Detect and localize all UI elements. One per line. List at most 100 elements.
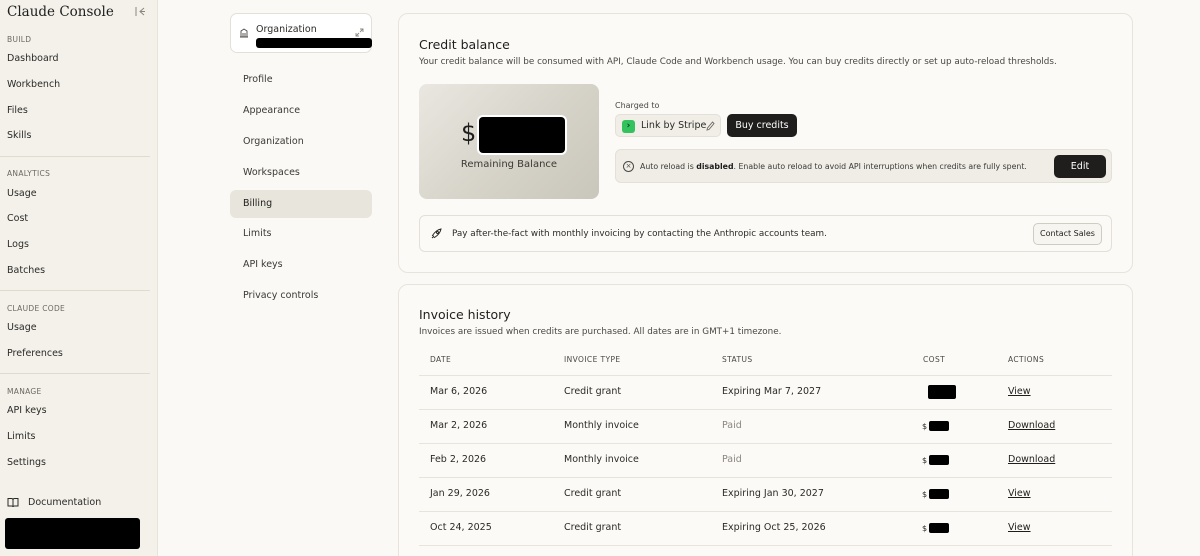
payment-method-label: Link by Stripe xyxy=(641,120,707,131)
settings-nav-organization[interactable]: Organization xyxy=(230,128,372,156)
sidebar-item-usage[interactable]: Usage xyxy=(7,188,37,199)
sidebar-item-code-usage[interactable]: Usage xyxy=(7,322,37,333)
credit-balance-card: Credit balance Your credit balance will … xyxy=(398,13,1133,273)
invoice-type: Credit grant xyxy=(564,488,622,499)
contact-sales-button[interactable]: Contact Sales xyxy=(1033,223,1102,245)
column-header-cost[interactable]: COST xyxy=(923,355,945,364)
sidebar-divider xyxy=(0,373,150,374)
section-manage: MANAGE xyxy=(7,387,42,396)
settings-nav-billing[interactable]: Billing xyxy=(230,190,372,218)
pencil-icon[interactable] xyxy=(706,121,715,131)
sidebar-item-dashboard[interactable]: Dashboard xyxy=(7,53,59,64)
credit-balance-description: Your credit balance will be consumed wit… xyxy=(419,57,1057,67)
invoice-action-link[interactable]: View xyxy=(1008,386,1031,397)
sidebar-item-preferences[interactable]: Preferences xyxy=(7,348,63,359)
sidebar-item-files[interactable]: Files xyxy=(7,105,28,116)
settings-nav-api-keys[interactable]: API keys xyxy=(230,251,372,279)
expand-icon xyxy=(355,28,364,37)
disabled-circle-icon: × xyxy=(623,161,634,172)
edit-auto-reload-button[interactable]: Edit xyxy=(1054,155,1106,178)
sidebar-item-skills[interactable]: Skills xyxy=(7,130,31,141)
settings-nav-appearance[interactable]: Appearance xyxy=(230,97,372,125)
sidebar-item-limits[interactable]: Limits xyxy=(7,431,36,442)
auto-reload-banner: × Auto reload is disabled. Enable auto r… xyxy=(615,149,1112,183)
sidebar-item-api-keys[interactable]: API keys xyxy=(7,405,47,416)
invoice-status: Expiring Mar 7, 2027 xyxy=(722,386,822,397)
balance-panel: $ Remaining Balance xyxy=(419,84,599,199)
column-header-status[interactable]: STATUS xyxy=(722,355,753,364)
table-row-divider xyxy=(419,511,1112,512)
organization-label: Organization xyxy=(256,24,317,35)
invoice-cost: $ xyxy=(922,455,950,465)
invoice-history-title: Invoice history xyxy=(419,307,511,322)
table-row-divider xyxy=(419,443,1112,444)
sidebar-item-workbench[interactable]: Workbench xyxy=(7,79,60,90)
invoice-date: Mar 2, 2026 xyxy=(430,420,488,431)
redacted-account[interactable] xyxy=(5,518,140,549)
organization-selector[interactable]: Organization xyxy=(230,13,372,53)
sidebar-divider xyxy=(0,290,150,291)
charged-to-label: Charged to xyxy=(615,101,660,110)
invoice-status: Paid xyxy=(722,454,742,465)
sidebar-divider xyxy=(0,156,150,157)
invoice-status: Expiring Oct 25, 2026 xyxy=(722,522,826,533)
invoice-date: Oct 24, 2025 xyxy=(430,522,492,533)
credit-balance-title: Credit balance xyxy=(419,37,510,52)
invoice-history-description: Invoices are issued when credits are pur… xyxy=(419,327,782,337)
invoice-cost: $ xyxy=(922,489,950,499)
collapse-sidebar-icon[interactable] xyxy=(135,6,147,18)
building-icon xyxy=(240,28,248,38)
redacted-cost xyxy=(929,455,950,465)
cost-currency: $ xyxy=(922,489,928,499)
sidebar: Claude Console BUILD Dashboard Workbench… xyxy=(0,0,158,556)
redacted-cost xyxy=(929,421,950,431)
cost-currency: $ xyxy=(922,455,928,465)
book-icon xyxy=(7,498,19,508)
invoice-type: Monthly invoice xyxy=(564,454,639,465)
invoice-status: Paid xyxy=(722,420,742,431)
redacted-cost xyxy=(929,489,950,499)
table-row-divider xyxy=(419,375,1112,376)
settings-nav-profile[interactable]: Profile xyxy=(230,66,372,94)
column-header-invoice-type[interactable]: INVOICE TYPE xyxy=(564,355,621,364)
section-claude-code: CLAUDE CODE xyxy=(7,304,66,313)
rocket-icon xyxy=(431,228,442,239)
invoice-date: Feb 2, 2026 xyxy=(430,454,487,465)
invoice-date: Jan 29, 2026 xyxy=(430,488,490,499)
settings-nav-privacy-controls[interactable]: Privacy controls xyxy=(230,282,372,310)
invoice-cost: $ xyxy=(922,523,950,533)
redacted-balance xyxy=(479,117,565,153)
invoice-status: Expiring Jan 30, 2027 xyxy=(722,488,824,499)
redacted-org-name xyxy=(256,38,372,48)
column-header-date[interactable]: DATE xyxy=(430,355,451,364)
invoice-cost xyxy=(926,385,956,399)
invoice-action-link[interactable]: View xyxy=(1008,522,1031,533)
invoice-cost: $ xyxy=(922,421,950,431)
redacted-cost xyxy=(929,523,950,533)
invoice-action-link[interactable]: Download xyxy=(1008,454,1055,465)
settings-nav-workspaces[interactable]: Workspaces xyxy=(230,159,372,187)
link-logo-icon: › xyxy=(622,120,635,133)
invoice-date: Mar 6, 2026 xyxy=(430,386,488,397)
settings-nav-limits[interactable]: Limits xyxy=(230,220,372,248)
payment-method[interactable]: › Link by Stripe xyxy=(615,114,721,137)
sidebar-item-cost[interactable]: Cost xyxy=(7,213,28,224)
balance-currency: $ xyxy=(461,119,477,147)
invoice-action-link[interactable]: View xyxy=(1008,488,1031,499)
redacted-cost xyxy=(928,385,956,399)
section-analytics: ANALYTICS xyxy=(7,169,51,178)
invoice-action-link[interactable]: Download xyxy=(1008,420,1055,431)
remaining-balance-label: Remaining Balance xyxy=(460,159,558,170)
auto-reload-text: Auto reload is disabled. Enable auto rel… xyxy=(640,162,1027,171)
table-row-divider xyxy=(419,545,1112,546)
documentation-link[interactable]: Documentation xyxy=(7,497,101,508)
invoice-type: Credit grant xyxy=(564,522,622,533)
sidebar-item-batches[interactable]: Batches xyxy=(7,265,45,276)
invoice-type: Monthly invoice xyxy=(564,420,639,431)
invoicing-banner: Pay after-the-fact with monthly invoicin… xyxy=(419,215,1112,252)
column-header-actions[interactable]: ACTIONS xyxy=(1008,355,1044,364)
sidebar-item-settings[interactable]: Settings xyxy=(7,457,46,468)
sidebar-item-logs[interactable]: Logs xyxy=(7,239,29,250)
buy-credits-button[interactable]: Buy credits xyxy=(727,114,797,137)
brand-title: Claude Console xyxy=(7,4,114,20)
